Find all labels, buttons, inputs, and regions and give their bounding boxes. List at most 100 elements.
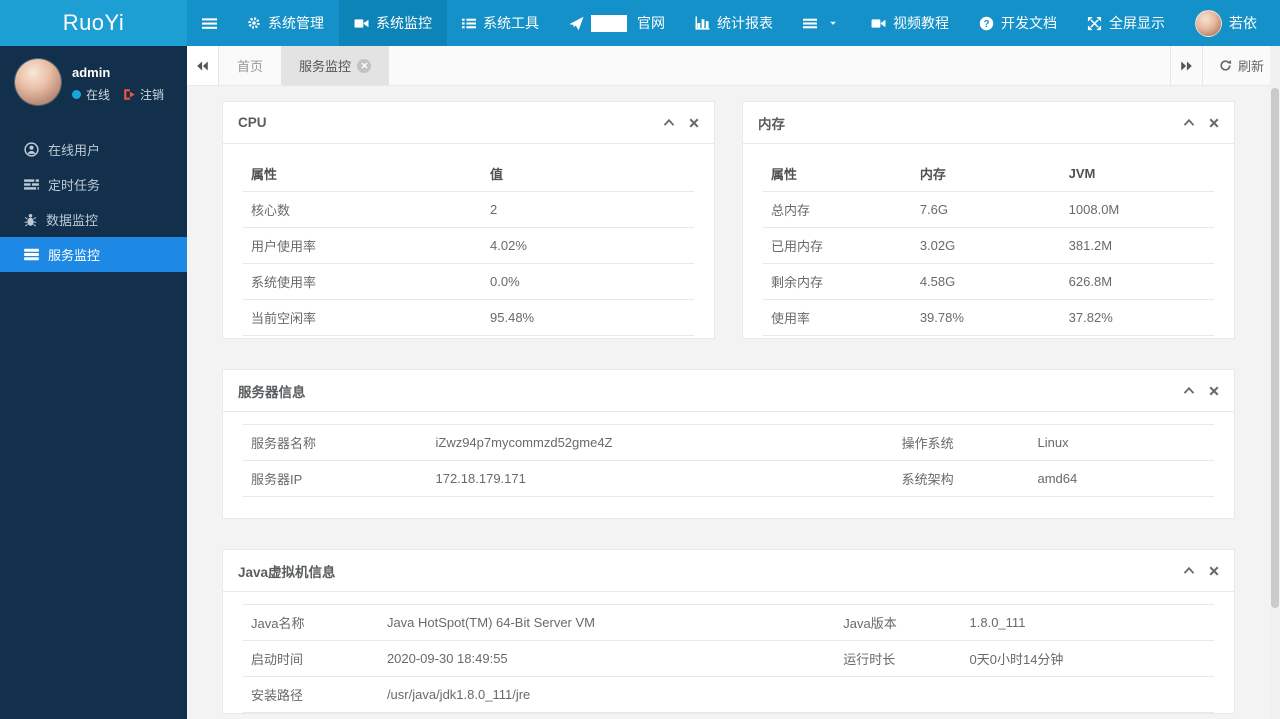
sidebar-item-server-monitor[interactable]: 服务监控 xyxy=(0,237,187,272)
nav-item-label: 开发文档 xyxy=(1001,15,1057,31)
close-panel-button[interactable] xyxy=(1209,118,1219,128)
user-avatar[interactable] xyxy=(15,59,61,105)
gear-icon xyxy=(247,16,261,30)
table-cell: 4.58G xyxy=(911,263,1061,300)
table-cell: 总内存 xyxy=(763,191,912,228)
table-cell: Java版本 xyxy=(835,604,962,641)
video-camera-icon xyxy=(871,17,886,30)
table-cell: 系统使用率 xyxy=(243,263,483,300)
sidebar-item-scheduled-tasks[interactable]: 定时任务 xyxy=(0,167,187,202)
table-cell: 381.2M xyxy=(1060,227,1214,264)
nav-item-system-tools[interactable]: 系统工具 xyxy=(447,0,554,46)
table-row: 总内存 7.6G 1008.0M xyxy=(763,191,1214,228)
nav-item-system-manage[interactable]: 系统管理 xyxy=(232,0,339,46)
list-icon xyxy=(462,17,476,30)
sidebar: admin 在线 注销 在线用户 定时任务 数据监控 服务监控 xyxy=(0,46,187,719)
nav-item-label: 全屏显示 xyxy=(1109,15,1165,31)
sidebar-menu: 在线用户 定时任务 数据监控 服务监控 xyxy=(0,132,187,272)
table-cell: 626.8M xyxy=(1060,263,1214,300)
collapse-panel-button[interactable] xyxy=(663,118,675,127)
table-row: 已用内存 3.02G 381.2M xyxy=(763,227,1214,264)
bug-icon xyxy=(24,213,37,227)
nav-item-official-site[interactable]: 官网 xyxy=(554,0,680,46)
svg-text:?: ? xyxy=(983,18,989,29)
sign-out-icon xyxy=(123,88,136,101)
column-header: JVM xyxy=(1060,156,1214,192)
jvm-info-table: Java名称 Java HotSpot(TM) 64-Bit Server VM J… xyxy=(243,604,1214,713)
sidebar-item-label: 定时任务 xyxy=(48,178,101,193)
online-status-label: 在线 xyxy=(86,88,111,102)
refresh-button[interactable]: 刷新 xyxy=(1201,46,1280,85)
tab-close-button[interactable] xyxy=(357,58,372,73)
nav-item-fullscreen[interactable]: 全屏显示 xyxy=(1072,0,1180,46)
nav-item-user-profile[interactable]: 若依 xyxy=(1180,0,1272,46)
tab-server-monitor[interactable]: 服务监控 xyxy=(281,46,390,85)
sidebar-item-label: 在线用户 xyxy=(48,143,101,158)
fullscreen-arrows-icon xyxy=(1087,16,1102,31)
user-circle-icon xyxy=(24,142,39,157)
panel-title: 内存 xyxy=(758,116,785,132)
sidebar-toggle-button[interactable] xyxy=(187,0,232,46)
table-cell: 0.0% xyxy=(482,263,694,300)
double-left-arrow-icon xyxy=(196,60,209,72)
server-info-panel: 服务器信息 服务器名称 iZwz94p7mycommzd52gme4Z 操作系统 Li… xyxy=(222,369,1235,519)
refresh-label: 刷新 xyxy=(1237,59,1264,74)
server-icon xyxy=(24,248,39,261)
sidebar-item-online-users[interactable]: 在线用户 xyxy=(0,132,187,167)
tabs-scroll-left-button[interactable] xyxy=(187,46,219,85)
nav-item-stats-report[interactable]: 统计报表 xyxy=(680,0,788,46)
sidebar-item-data-monitor[interactable]: 数据监控 xyxy=(0,202,187,237)
table-cell: 安装路径 xyxy=(243,676,379,713)
table-cell: 系统架构 xyxy=(893,460,1030,497)
table-row: 服务器IP 172.18.179.171 系统架构 amd64 xyxy=(243,460,1214,497)
tabs-scroll-right-button[interactable] xyxy=(1169,46,1202,85)
collapse-panel-button[interactable] xyxy=(1183,386,1195,395)
panel-title: Java虚拟机信息 xyxy=(238,564,336,580)
table-cell: 2 xyxy=(482,191,694,228)
table-cell: 运行时长 xyxy=(835,640,962,677)
vertical-scrollbar[interactable] xyxy=(1270,46,1280,719)
user-name: admin xyxy=(72,65,111,80)
nav-item-dev-docs[interactable]: ? 开发文档 xyxy=(964,0,1072,46)
table-cell: iZwz94p7mycommzd52gme4Z xyxy=(427,424,894,461)
online-status-dot-icon xyxy=(72,90,81,99)
scrollbar-thumb[interactable] xyxy=(1271,88,1279,608)
table-cell: 7.6G xyxy=(911,191,1061,228)
nav-item-label: 系统监控 xyxy=(376,15,432,31)
nav-item-label: 官网 xyxy=(637,15,665,31)
logout-label: 注销 xyxy=(140,88,165,102)
close-panel-button[interactable] xyxy=(689,118,699,128)
table-row: 使用率 39.78% 37.82% xyxy=(763,299,1214,336)
navbar-right-menu: 视频教程 ? 开发文档 全屏显示 若依 xyxy=(856,0,1280,46)
table-cell: 172.18.179.171 xyxy=(427,460,894,497)
panel-title: 服务器信息 xyxy=(238,384,306,400)
table-header-row: 属性 内存 JVM xyxy=(763,156,1214,192)
more-menu-button[interactable] xyxy=(788,0,853,46)
table-row: 当前空闲率 95.48% xyxy=(243,299,694,336)
memory-panel: 内存 属性 内存 JVM 总内存 7.6G 1008.0M 已用内存 3.02G… xyxy=(742,101,1235,339)
collapse-panel-button[interactable] xyxy=(1183,566,1195,575)
table-cell: /usr/java/jdk1.8.0_111/jre xyxy=(378,676,836,713)
nav-item-system-monitor[interactable]: 系统监控 xyxy=(339,0,447,46)
table-cell: Java HotSpot(TM) 64-Bit Server VM xyxy=(378,604,836,641)
table-row: Java名称 Java HotSpot(TM) 64-Bit Server VM J… xyxy=(243,604,1214,641)
close-panel-button[interactable] xyxy=(1209,386,1219,396)
panel-title: CPU xyxy=(238,115,267,130)
tab-home[interactable]: 首页 xyxy=(219,46,281,85)
table-cell: 已用内存 xyxy=(763,227,912,264)
menu-lines-icon xyxy=(803,17,817,30)
close-panel-button[interactable] xyxy=(1209,566,1219,576)
chevron-down-icon xyxy=(828,18,838,28)
column-header: 属性 xyxy=(763,156,912,192)
cpu-table: 属性 值 核心数 2 用户使用率 4.02% 系统使用率 0.0% 当前空闲率 95.48% xyxy=(243,156,694,336)
logout-button[interactable]: 注销 xyxy=(123,86,164,103)
nav-item-video-tutorial[interactable]: 视频教程 xyxy=(856,0,964,46)
top-navbar: RuoYi 系统管理 系统监控 系统工具 官网 统计报表 视频教程 ? 开发文档… xyxy=(0,0,1280,46)
redacted-text xyxy=(591,14,627,32)
nav-item-label: 视频教程 xyxy=(893,15,949,31)
app-logo: RuoYi xyxy=(0,0,187,46)
collapse-panel-button[interactable] xyxy=(1183,118,1195,127)
table-cell: 使用率 xyxy=(763,299,912,336)
table-row: 启动时间 2020-09-30 18:49:55 运行时长 0天0小时14分钟 xyxy=(243,640,1214,677)
table-cell: 4.02% xyxy=(482,227,694,264)
